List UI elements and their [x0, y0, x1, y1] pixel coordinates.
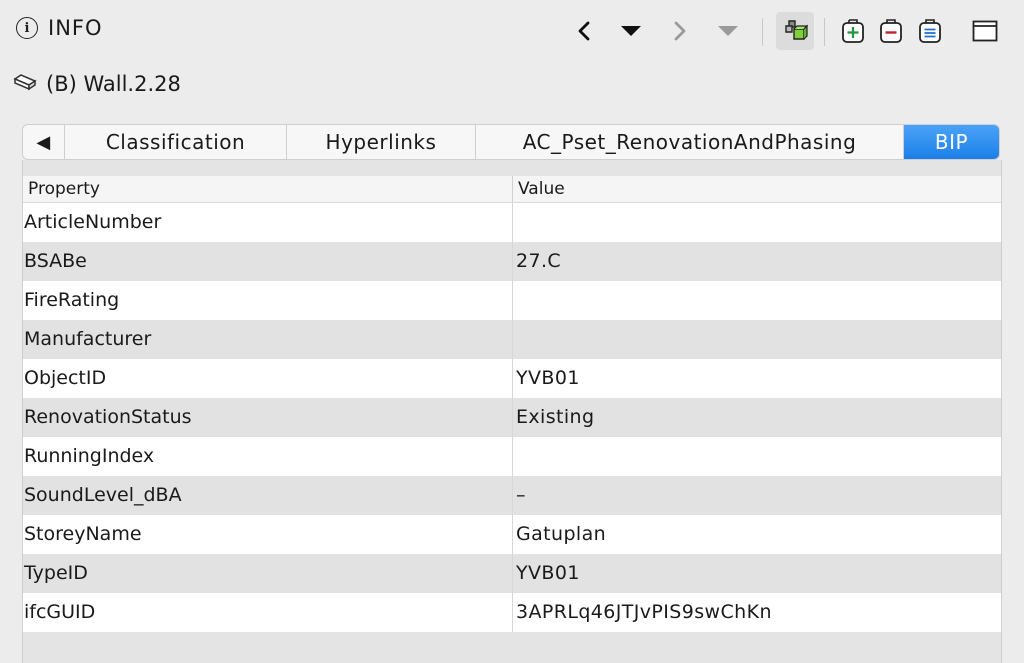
forward-arrow-icon[interactable] — [666, 12, 694, 50]
remove-property-icon[interactable] — [876, 12, 906, 50]
table-header: Property Value — [23, 176, 1001, 203]
property-name-cell: ObjectID — [23, 359, 513, 398]
property-value-cell[interactable]: – — [513, 476, 1001, 515]
property-name-cell: ifcGUID — [23, 593, 513, 632]
property-value-cell[interactable] — [513, 320, 1001, 359]
property-name-cell: SoundLevel_dBA — [23, 476, 513, 515]
tab-ac-pset-renovation-and-phasing[interactable]: AC_Pset_RenovationAndPhasing — [476, 125, 904, 159]
highlight-object-icon[interactable] — [776, 12, 814, 50]
property-name-cell: RenovationStatus — [23, 398, 513, 437]
add-property-icon[interactable] — [838, 12, 868, 50]
table-row[interactable]: ArticleNumber — [23, 203, 1001, 242]
tab-bip[interactable]: BIP — [904, 125, 999, 159]
property-value-cell[interactable] — [513, 437, 1001, 476]
property-value-cell[interactable]: Existing — [513, 398, 1001, 437]
column-header-property[interactable]: Property — [23, 176, 513, 202]
table-row[interactable]: ObjectID YVB01 — [23, 359, 1001, 398]
property-set-tabs: ◀ Classification Hyperlinks AC_Pset_Reno… — [22, 124, 1000, 160]
property-name-cell: TypeID — [23, 554, 513, 593]
property-table: Property Value ArticleNumber BSABe 27.C Fir… — [22, 160, 1002, 663]
table-row[interactable]: StoreyName Gatuplan — [23, 515, 1001, 554]
table-row[interactable]: SoundLevel_dBA – — [23, 476, 1001, 515]
property-value-cell[interactable]: YVB01 — [513, 554, 1001, 593]
table-row[interactable]: Manufacturer — [23, 320, 1001, 359]
property-name-cell: ArticleNumber — [23, 203, 513, 242]
list-properties-icon[interactable] — [915, 12, 945, 50]
property-value-cell[interactable]: YVB01 — [513, 359, 1001, 398]
tab-hyperlinks[interactable]: Hyperlinks — [287, 125, 476, 159]
tab-classification[interactable]: Classification — [65, 125, 287, 159]
wall-object-icon — [12, 72, 38, 96]
property-name-cell: BSABe — [23, 242, 513, 281]
table-row[interactable]: BSABe 27.C — [23, 242, 1001, 281]
table-body: ArticleNumber BSABe 27.C FireRating Manufact… — [23, 203, 1001, 632]
property-value-cell[interactable]: 27.C — [513, 242, 1001, 281]
property-name-cell: FireRating — [23, 281, 513, 320]
back-arrow-icon[interactable] — [570, 12, 598, 50]
info-header: i INFO — [0, 0, 1024, 62]
window-icon[interactable] — [970, 12, 1000, 50]
table-row[interactable]: ifcGUID 3APRLq46JTJvPIS9swChKn — [23, 593, 1001, 632]
toolbar — [0, 12, 1024, 50]
object-title: (B) Wall.2.28 — [12, 72, 181, 96]
table-row[interactable]: RenovationStatus Existing — [23, 398, 1001, 437]
forward-dropdown-icon[interactable] — [713, 12, 743, 50]
history-dropdown-icon[interactable] — [616, 12, 646, 50]
property-value-cell[interactable]: 3APRLq46JTJvPIS9swChKn — [513, 593, 1001, 632]
table-row[interactable]: RunningIndex — [23, 437, 1001, 476]
property-name-cell: Manufacturer — [23, 320, 513, 359]
table-row[interactable]: FireRating — [23, 281, 1001, 320]
tab-scroll-left-button[interactable]: ◀ — [23, 125, 65, 159]
column-header-value[interactable]: Value — [513, 176, 1001, 202]
property-value-cell[interactable] — [513, 203, 1001, 242]
table-row[interactable]: TypeID YVB01 — [23, 554, 1001, 593]
property-value-cell[interactable] — [513, 281, 1001, 320]
object-name: (B) Wall.2.28 — [46, 72, 181, 96]
property-name-cell: StoreyName — [23, 515, 513, 554]
property-name-cell: RunningIndex — [23, 437, 513, 476]
toolbar-separator — [762, 18, 763, 46]
property-value-cell[interactable]: Gatuplan — [513, 515, 1001, 554]
toolbar-separator — [824, 18, 825, 46]
